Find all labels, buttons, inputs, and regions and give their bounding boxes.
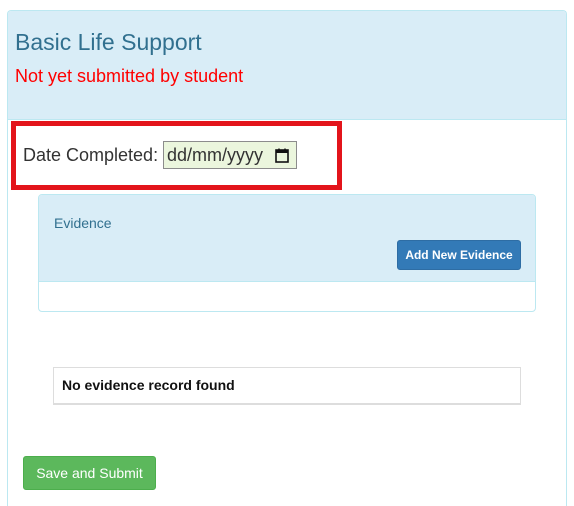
date-completed-input[interactable]: dd/mm/yyyy [163,141,297,169]
save-and-submit-button[interactable]: Save and Submit [23,456,156,490]
evidence-heading: Evidence [54,215,112,231]
evidence-panel-heading: Evidence Add New Evidence [39,195,535,282]
add-new-evidence-button[interactable]: Add New Evidence [397,240,521,270]
no-evidence-message: No evidence record found [53,367,521,405]
calendar-icon[interactable] [273,142,291,168]
submission-status: Not yet submitted by student [15,66,244,86]
module-title: Basic Life Support [15,29,202,55]
date-completed-label: Date Completed: [23,145,159,165]
date-placeholder: dd/mm/yyyy [167,145,264,165]
evidence-panel: Evidence Add New Evidence [38,194,536,312]
